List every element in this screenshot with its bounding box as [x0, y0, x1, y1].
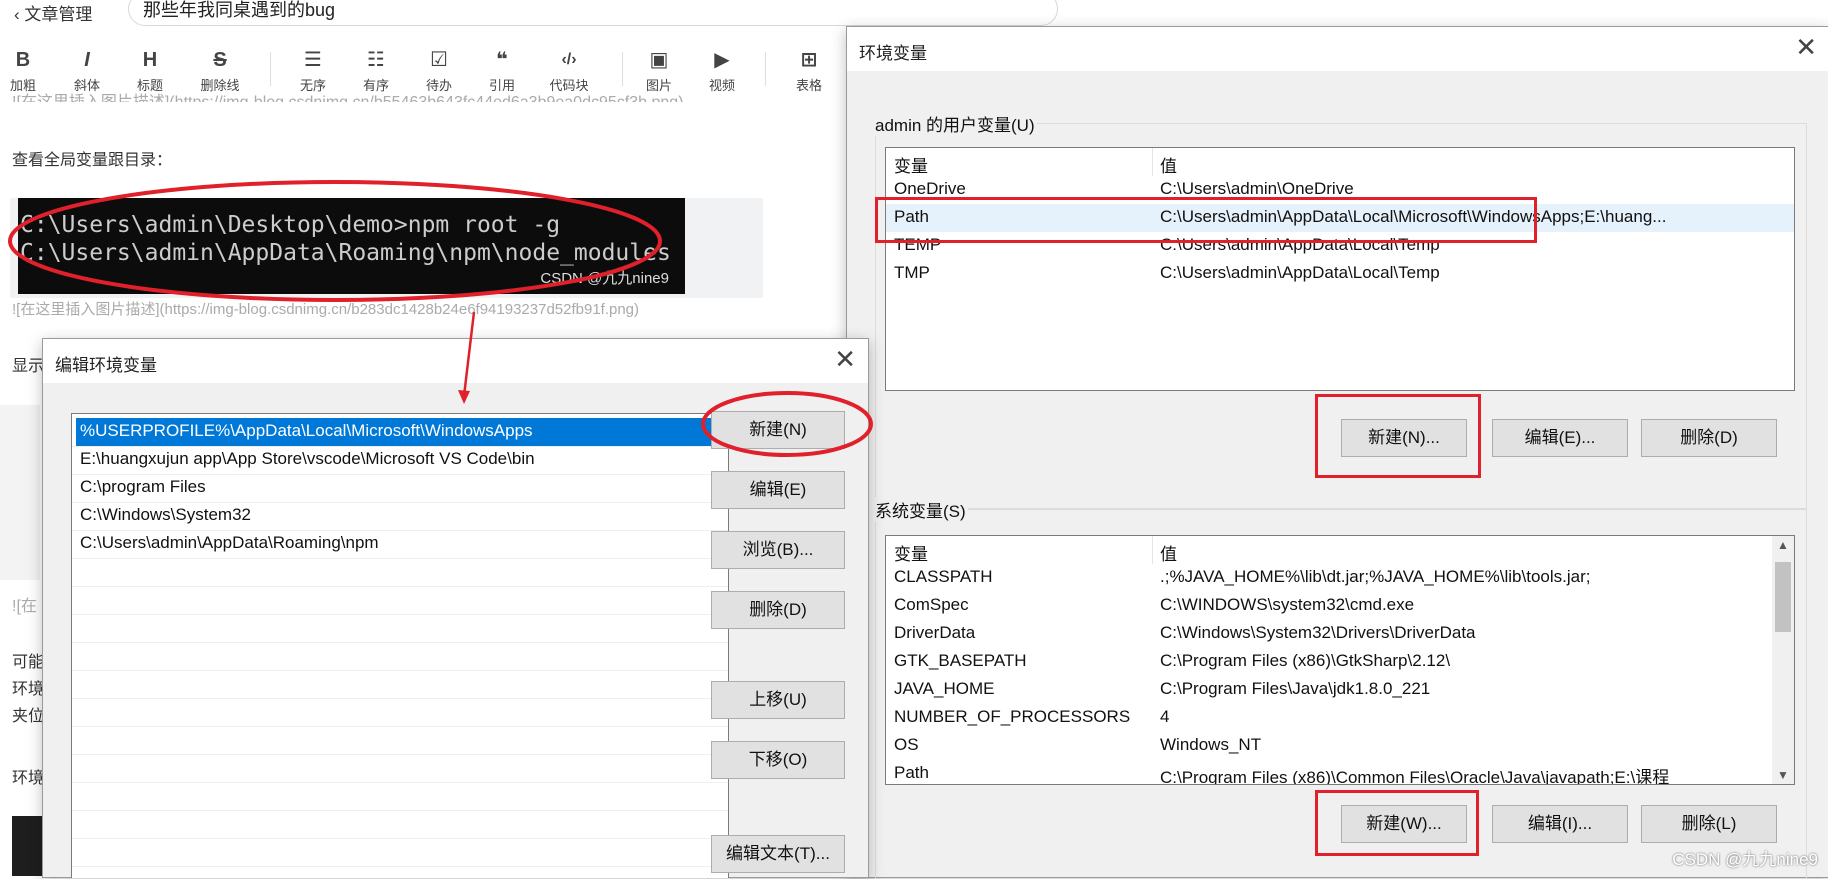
arrow-head-icon — [458, 390, 470, 404]
system-new-button-highlight-box — [1315, 790, 1479, 856]
csdn-watermark: CSDN @九九nine9 — [1672, 850, 1818, 869]
annotation-arrow-line — [462, 311, 476, 397]
new-button-highlight-ellipse — [701, 391, 873, 457]
terminal-highlight-ellipse — [8, 180, 662, 302]
annotation-overlay — [8, 180, 873, 457]
user-new-button-highlight-box — [1315, 394, 1481, 478]
path-row-highlight-box — [875, 197, 1537, 243]
